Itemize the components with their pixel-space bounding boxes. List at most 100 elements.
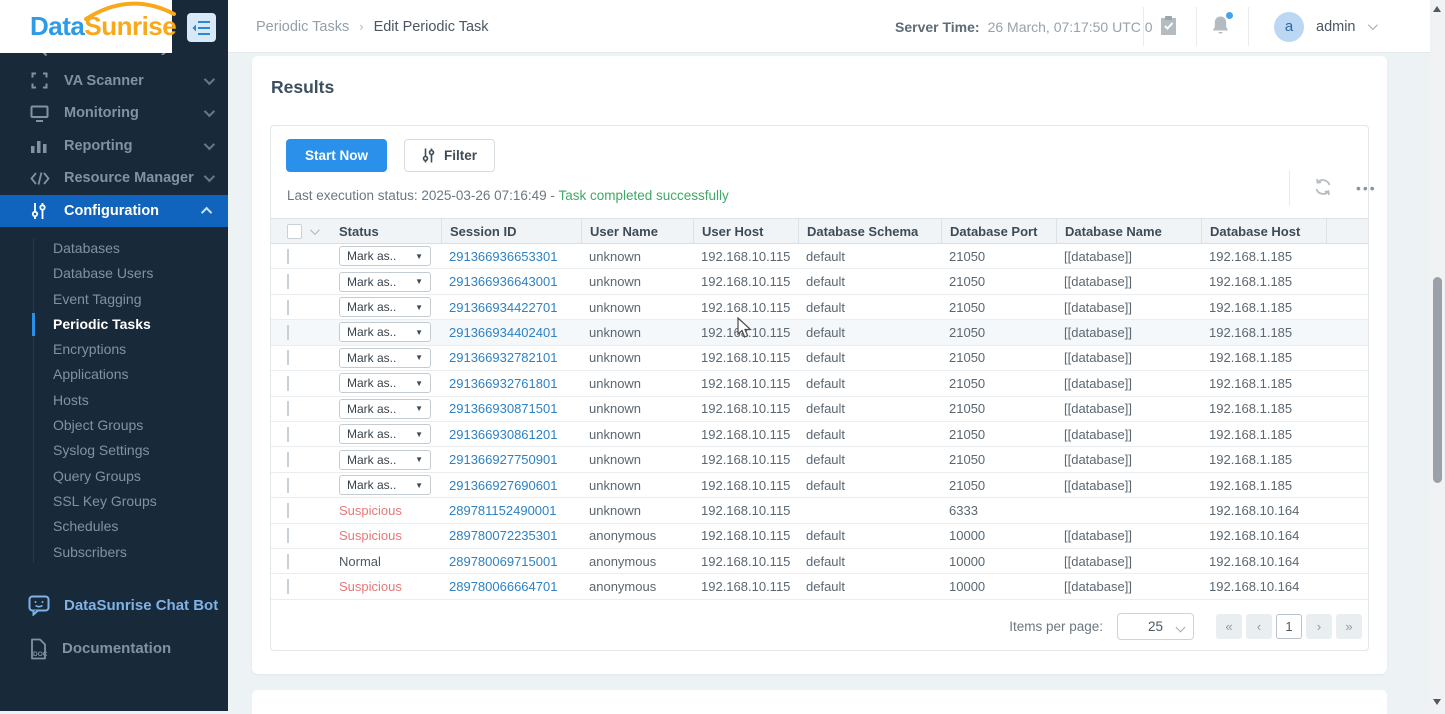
page-last-button[interactable]: » [1336,614,1362,639]
sidebar-subitem-applications[interactable]: Applications [0,362,228,387]
sidebar-subitem-hosts[interactable]: Hosts [0,388,228,413]
chevron-down-icon[interactable] [309,224,320,235]
sidebar-subitem-subscribers[interactable]: Subscribers [0,540,228,565]
sidebar-subitem-ssl-key-groups[interactable]: SSL Key Groups [0,489,228,514]
page-prev-button[interactable]: ‹ [1246,614,1272,639]
sidebar-subitem-query-groups[interactable]: Query Groups [0,464,228,489]
sidebar-subitem-periodic-tasks[interactable]: Periodic Tasks [0,312,228,337]
mark-as-dropdown[interactable]: Mark as.. ▼ [339,424,431,445]
user-menu[interactable]: a admin [1274,0,1378,53]
caret-down-icon: ▼ [415,404,423,414]
cell-db_host: 192.168.1.185 [1209,401,1293,417]
cell-db_name: [[database]] [1064,426,1132,442]
tasks-button[interactable] [1159,0,1178,53]
mark-as-dropdown[interactable]: Mark as.. ▼ [339,297,431,318]
sidebar-item-reporting[interactable]: Reporting [0,130,228,163]
mark-as-dropdown[interactable]: Mark as.. ▼ [339,373,431,394]
code-icon [30,168,51,188]
refresh-icon[interactable] [1314,178,1332,199]
sidebar-item-monitoring[interactable]: Monitoring [0,97,228,130]
session-id-link[interactable]: 289780069715001 [449,554,557,569]
session-id-link[interactable]: 291366930871501 [449,401,557,416]
app-logo[interactable]: DataSunrise [0,0,177,53]
session-id-link[interactable]: 289781152490001 [449,503,557,518]
session-id-link[interactable]: 291366932782101 [449,350,557,365]
sidebar-item-resource-manager[interactable]: Resource Manager [0,162,228,195]
row-checkbox[interactable] [287,477,289,493]
sidebar-subitem-event-tagging[interactable]: Event Tagging [0,287,228,312]
session-id-link[interactable]: 291366934422701 [449,300,557,315]
session-id-link[interactable]: 291366936653301 [449,249,557,264]
column-header-database-schema[interactable]: Database Schema [798,219,941,243]
items-per-page-select[interactable]: 25 [1117,613,1194,640]
row-checkbox[interactable] [287,579,289,595]
mark-as-dropdown[interactable]: Mark as.. ▼ [339,449,431,470]
cell-db_schema: default [806,579,846,595]
scrollbar-thumb[interactable] [1433,277,1442,483]
cell-user_name: anonymous [589,553,657,569]
filter-button[interactable]: Filter [404,139,496,172]
sidebar-collapse-button[interactable] [187,13,216,42]
session-id-link[interactable]: 291366927690601 [449,478,557,493]
sidebar-subitem-object-groups[interactable]: Object Groups [0,413,228,438]
scrollbar-down-arrow[interactable] [1433,699,1441,705]
chatbot-link[interactable]: DataSunrise Chat Bot [0,584,228,627]
column-header-status[interactable]: Status [331,219,441,243]
sidebar-subitem-syslog-settings[interactable]: Syslog Settings [0,438,228,463]
session-id-link[interactable]: 291366927750901 [449,452,557,467]
row-checkbox[interactable] [287,274,289,290]
row-checkbox[interactable] [287,553,289,569]
documentation-link[interactable]: DOC Documentation [0,627,228,670]
next-section-card [252,690,1387,714]
session-id-link[interactable]: 291366934402401 [449,325,557,340]
row-checkbox[interactable] [287,350,289,366]
column-header-user-host[interactable]: User Host [693,219,798,243]
sidebar-item-configuration[interactable]: Configuration [0,194,228,227]
row-checkbox[interactable] [287,248,289,264]
column-header-user-name[interactable]: User Name [581,219,693,243]
notifications-button[interactable] [1211,0,1233,53]
sidebar-item-va-scanner[interactable]: VA Scanner [0,65,228,98]
sidebar-subitem-databases[interactable]: Databases [0,236,228,261]
mark-as-dropdown[interactable]: Mark as.. ▼ [339,398,431,419]
cell-db_port: 21050 [949,452,986,468]
session-id-link[interactable]: 291366930861201 [449,427,557,442]
breadcrumb-periodic-tasks[interactable]: Periodic Tasks [256,19,349,35]
sidebar-subitem-database-users[interactable]: Database Users [0,261,228,286]
scrollbar-up-arrow[interactable] [1433,6,1441,12]
more-actions-icon[interactable]: ••• [1356,180,1377,196]
row-checkbox[interactable] [287,324,289,340]
start-now-button[interactable]: Start Now [286,139,388,172]
page-first-button[interactable]: « [1216,614,1242,639]
row-checkbox[interactable] [287,299,289,315]
column-header-database-port[interactable]: Database Port [941,219,1056,243]
select-all-checkbox[interactable] [287,223,302,239]
row-checkbox[interactable] [287,502,289,518]
mark-as-dropdown[interactable]: Mark as.. ▼ [339,347,431,368]
mark-as-label: Mark as.. [347,249,397,264]
sidebar-subitem-encryptions[interactable]: Encryptions [0,337,228,362]
table-row: Normal 289780069715001 anonymous 192.168… [271,549,1368,575]
row-checkbox[interactable] [287,452,289,468]
column-header-database-name[interactable]: Database Name [1056,219,1201,243]
cell-user_name: unknown [589,350,642,366]
mark-as-dropdown[interactable]: Mark as.. ▼ [339,271,431,292]
mark-as-dropdown[interactable]: Mark as.. ▼ [339,322,431,343]
page-next-button[interactable]: › [1306,614,1332,639]
column-header-session-id[interactable]: Session ID [441,219,581,243]
mark-as-dropdown[interactable]: Mark as.. ▼ [339,475,431,495]
page-scrollbar[interactable] [1430,0,1445,711]
session-id-link[interactable]: 291366932761801 [449,376,557,391]
mark-as-label: Mark as.. [347,452,397,467]
row-checkbox[interactable] [287,426,289,442]
sidebar-subitem-schedules[interactable]: Schedules [0,514,228,539]
session-id-link[interactable]: 289780066664701 [449,579,557,594]
row-checkbox[interactable] [287,528,289,544]
session-id-link[interactable]: 291366936643001 [449,274,557,289]
page-current-button[interactable]: 1 [1276,614,1302,639]
column-header-database-host[interactable]: Database Host [1201,219,1326,243]
session-id-link[interactable]: 289780072235301 [449,528,557,543]
row-checkbox[interactable] [287,401,289,417]
mark-as-dropdown[interactable]: Mark as.. ▼ [339,246,431,267]
row-checkbox[interactable] [287,375,289,391]
